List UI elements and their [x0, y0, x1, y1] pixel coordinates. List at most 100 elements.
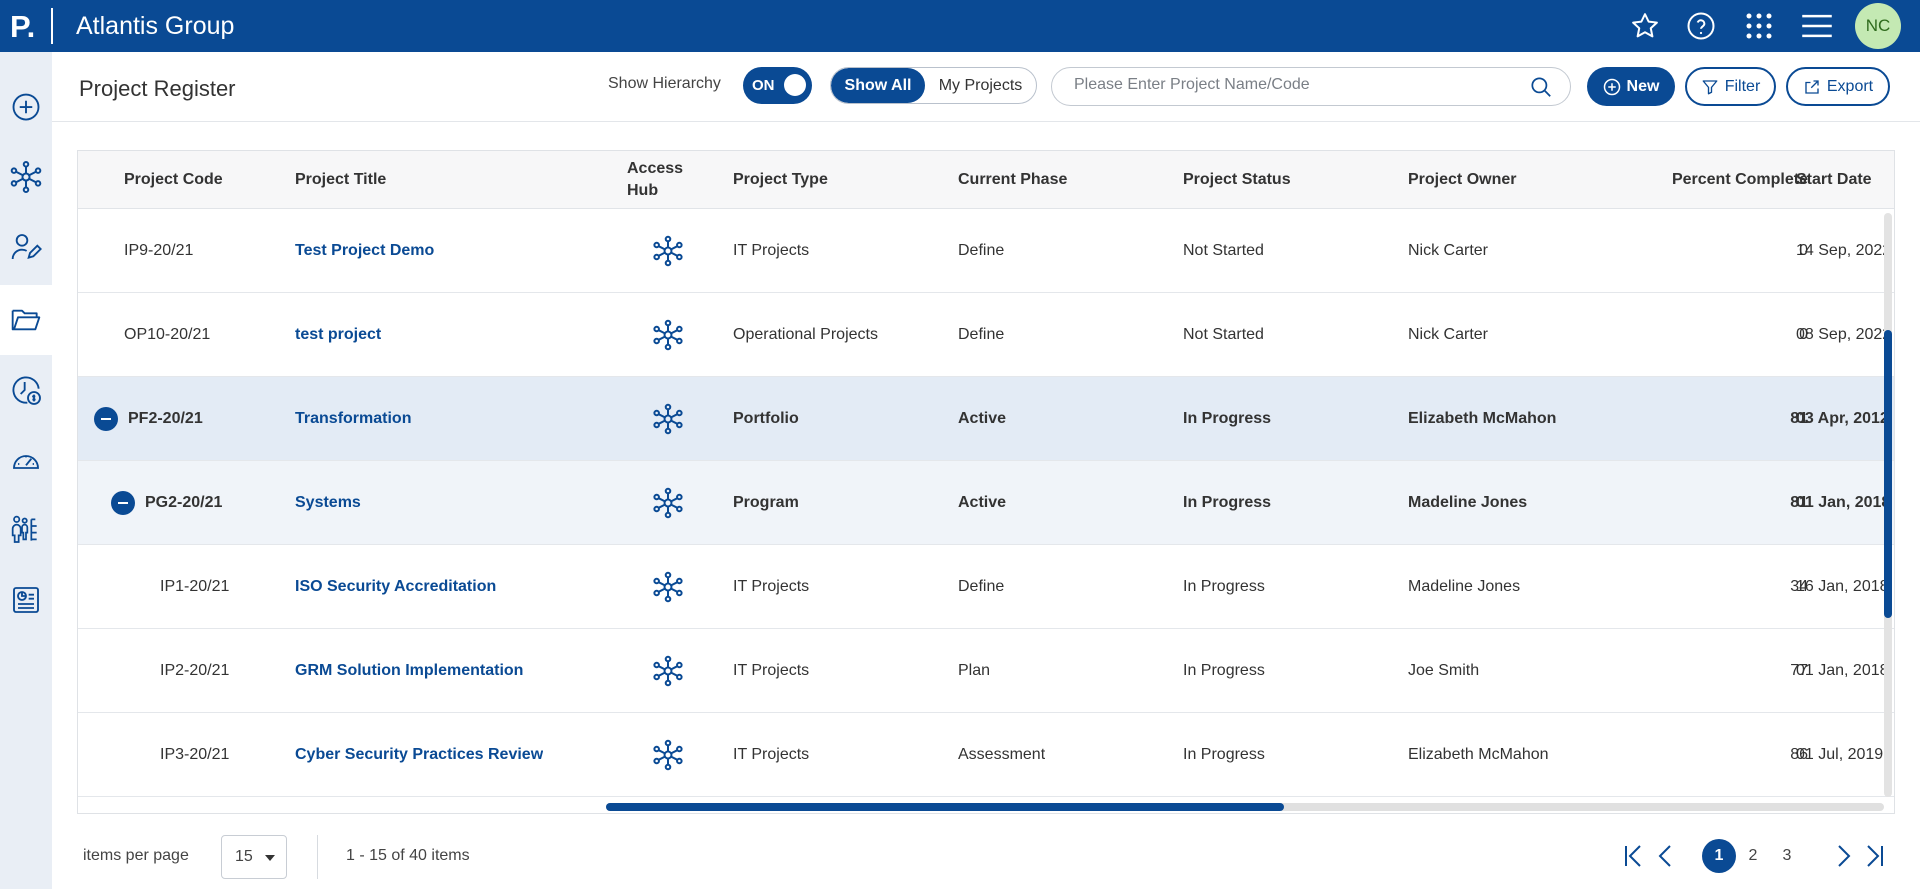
start-date-cell: 01 Jan, 2018: [1796, 494, 1891, 511]
current-phase-cell: Assessment: [958, 746, 1046, 763]
folder-open-icon[interactable]: [0, 285, 52, 355]
dashboard-gauge-icon[interactable]: [0, 425, 52, 495]
people-hierarchy-icon[interactable]: [0, 495, 52, 565]
project-title-link[interactable]: ISO Security Accreditation: [295, 545, 496, 629]
page-3-button[interactable]: 3: [1770, 839, 1804, 873]
project-scope-switch: Show All My Projects: [830, 67, 1037, 104]
start-date-cell: 01 Jul, 2019: [1796, 746, 1884, 763]
next-page-icon[interactable]: [1832, 842, 1856, 870]
column-header-access-hub[interactable]: Access Hub: [627, 151, 687, 209]
current-phase-cell: Define: [958, 578, 1005, 595]
project-title-link[interactable]: Systems: [295, 461, 361, 545]
current-phase-cell: Plan: [958, 662, 991, 679]
page-1-button[interactable]: 1: [1702, 839, 1736, 873]
column-header-project-title[interactable]: Project Title: [295, 151, 386, 209]
toggle-state-label: ON: [752, 77, 775, 94]
user-avatar[interactable]: NC: [1855, 3, 1901, 49]
first-page-icon[interactable]: [1622, 842, 1646, 870]
items-per-page-label: items per page: [83, 847, 189, 864]
add-icon[interactable]: [0, 72, 52, 142]
items-per-page-select[interactable]: 15: [221, 835, 287, 879]
percent-complete-cell: 0: [1799, 242, 1808, 259]
project-status-cell: In Progress: [1183, 578, 1265, 595]
access-hub-icon[interactable]: [652, 293, 684, 377]
project-type-cell: IT Projects: [733, 242, 810, 259]
last-page-icon[interactable]: [1862, 842, 1886, 870]
project-title-link[interactable]: GRM Solution Implementation: [295, 629, 523, 713]
new-project-button[interactable]: New: [1587, 67, 1675, 106]
report-icon[interactable]: [0, 565, 52, 635]
table-row[interactable]: PF2-20/21 Transformation Portfolio Active In…: [78, 377, 1894, 461]
show-hierarchy-toggle[interactable]: ON: [743, 67, 812, 104]
left-sidebar: [0, 52, 52, 889]
star-icon[interactable]: [1628, 9, 1662, 43]
project-type-cell: Program: [733, 494, 799, 511]
column-header-current-phase[interactable]: Current Phase: [958, 151, 1067, 209]
project-code-text: IP2-20/21: [160, 662, 230, 679]
start-date-cell: 14 Sep, 2022: [1796, 242, 1892, 259]
search-icon[interactable]: [1528, 74, 1554, 100]
access-hub-icon[interactable]: [652, 377, 684, 461]
table-row[interactable]: IP9-20/21 Test Project Demo IT Projects Def…: [78, 209, 1894, 293]
project-title-link[interactable]: Cyber Security Practices Review: [295, 713, 543, 797]
access-hub-icon[interactable]: [652, 713, 684, 797]
vertical-scroll-thumb[interactable]: [1884, 330, 1892, 618]
access-hub-icon[interactable]: [652, 209, 684, 293]
column-header-project-type[interactable]: Project Type: [733, 151, 828, 209]
table-row[interactable]: PG2-20/21 Systems Program Active In Progress…: [78, 461, 1894, 545]
percent-complete-cell: 81: [1790, 494, 1808, 511]
project-code-text: PF2-20/21: [128, 410, 203, 427]
column-header-percent-complete[interactable]: Percent Complete: [1618, 151, 1808, 209]
project-code-text: OP10-20/21: [124, 326, 211, 343]
my-projects-button[interactable]: My Projects: [925, 68, 1036, 103]
project-owner-cell: Elizabeth McMahon: [1408, 410, 1557, 427]
current-phase-cell: Define: [958, 326, 1005, 343]
table-row[interactable]: IP2-20/21 GRM Solution Implementation IT P…: [78, 629, 1894, 713]
percent-complete-cell: 0: [1799, 326, 1808, 343]
project-title-link[interactable]: Test Project Demo: [295, 209, 434, 293]
brand-logo[interactable]: P.: [10, 6, 52, 46]
column-header-start-date[interactable]: Start Date: [1796, 151, 1872, 209]
menu-icon[interactable]: [1800, 9, 1834, 43]
help-icon[interactable]: [1684, 9, 1718, 43]
project-status-cell: In Progress: [1183, 746, 1265, 763]
access-hub-icon[interactable]: [652, 461, 684, 545]
collapse-minus-icon[interactable]: [111, 491, 135, 515]
access-hub-icon[interactable]: [652, 629, 684, 713]
show-all-button[interactable]: Show All: [831, 68, 925, 103]
horizontal-scroll-thumb[interactable]: [606, 803, 1284, 811]
column-header-project-code[interactable]: Project Code: [124, 151, 223, 209]
filter-button[interactable]: Filter: [1685, 67, 1776, 106]
collapse-minus-icon[interactable]: [94, 407, 118, 431]
table-row[interactable]: IP1-20/21 ISO Security Accreditation IT Pr…: [78, 545, 1894, 629]
page-2-button[interactable]: 2: [1736, 839, 1770, 873]
access-hub-icon[interactable]: [652, 545, 684, 629]
project-owner-cell: Nick Carter: [1408, 242, 1489, 259]
user-edit-icon[interactable]: [0, 212, 52, 282]
project-title-link[interactable]: test project: [295, 293, 381, 377]
table-row[interactable]: IP3-20/21 Cyber Security Practices Review…: [78, 713, 1894, 797]
project-code-text: IP1-20/21: [160, 578, 230, 595]
start-date-cell: 16 Jan, 2018: [1796, 578, 1889, 595]
project-status-cell: Not Started: [1183, 326, 1264, 343]
project-owner-cell: Madeline Jones: [1408, 578, 1521, 595]
percent-complete-cell: 77: [1790, 662, 1808, 679]
project-type-cell: IT Projects: [733, 662, 810, 679]
column-header-project-status[interactable]: Project Status: [1183, 151, 1291, 209]
project-search-box: [1051, 67, 1571, 106]
hub-network-icon[interactable]: [0, 142, 52, 212]
previous-page-icon[interactable]: [1653, 842, 1677, 870]
start-date-cell: 01 Jan, 2018: [1796, 662, 1889, 679]
apps-grid-icon[interactable]: [1742, 9, 1776, 43]
project-title-link[interactable]: Transformation: [295, 377, 411, 461]
table-row[interactable]: OP10-20/21 test project Operational Projec…: [78, 293, 1894, 377]
project-type-cell: Portfolio: [733, 410, 799, 427]
pager-range-text: 1 - 15 of 40 items: [346, 847, 470, 864]
export-button[interactable]: Export: [1786, 67, 1890, 106]
project-status-cell: In Progress: [1183, 410, 1272, 427]
current-phase-cell: Active: [958, 494, 1007, 511]
column-header-project-owner[interactable]: Project Owner: [1408, 151, 1516, 209]
current-phase-cell: Define: [958, 242, 1005, 259]
timesheet-dollar-icon[interactable]: [0, 355, 52, 425]
search-input[interactable]: [1074, 76, 1514, 94]
